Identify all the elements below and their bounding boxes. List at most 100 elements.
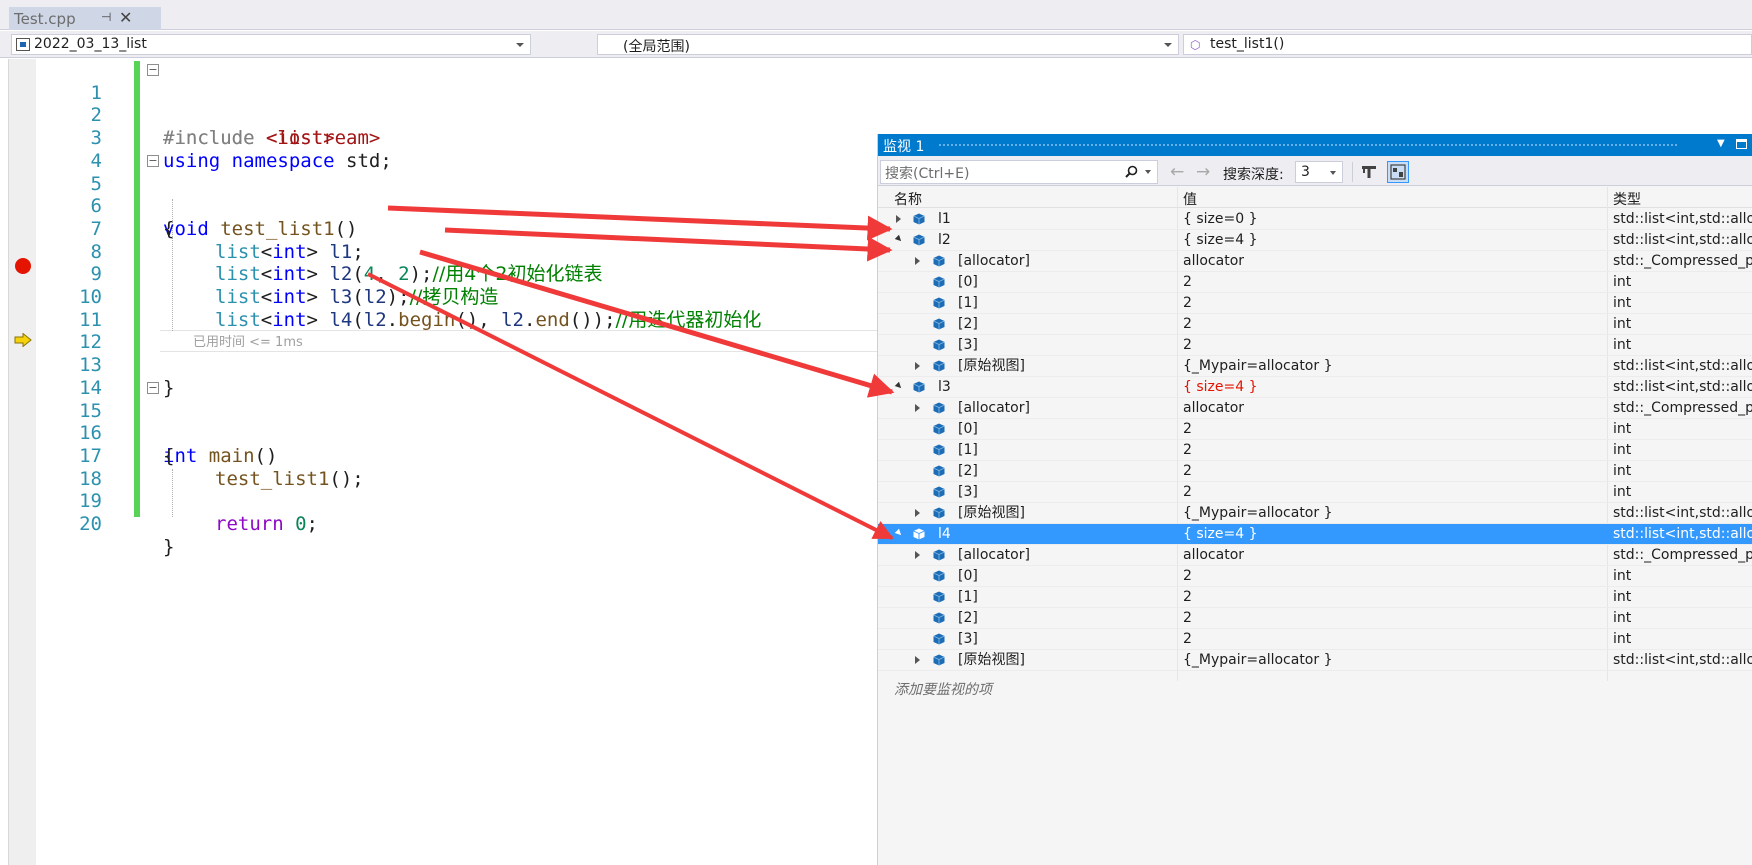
fold-toggle[interactable]: − — [147, 64, 159, 76]
code-line-17[interactable]: 17 test_list1(); — [0, 422, 880, 490]
fold-toggle[interactable]: − — [147, 381, 159, 394]
code-line-13[interactable]: 13 } 已用时间 <= 1ms — [0, 331, 880, 398]
watch-row-value[interactable]: allocator — [1183, 251, 1244, 272]
expanded-icon[interactable] — [894, 381, 904, 391]
watch-row[interactable]: [3] 2 int — [878, 335, 1752, 356]
code-line-8[interactable]: 8 list<int> l2(4, 2);//用4个2初始化链表 — [0, 218, 880, 286]
scope-dropdown[interactable]: (全局范围) — [597, 34, 1179, 55]
expand-icon[interactable] — [915, 509, 920, 517]
chevron-down-icon[interactable] — [1145, 170, 1151, 174]
watch-row-value[interactable]: { size=4 } — [1183, 230, 1258, 251]
watch-row[interactable]: [原始视图] {_Mypair=allocator } std::list<int,… — [878, 356, 1752, 377]
expanded-icon[interactable] — [894, 528, 904, 538]
watch-row-value[interactable]: 2 — [1183, 419, 1192, 440]
watch-row[interactable]: [allocator] allocator std::_Compressed_p..… — [878, 545, 1752, 566]
watch-row-value[interactable]: {_Mypair=allocator } — [1183, 503, 1332, 524]
watch-row[interactable]: [allocator] allocator std::_Compressed_p..… — [878, 251, 1752, 272]
watch-row[interactable]: [1] 2 int — [878, 440, 1752, 461]
code-line-9[interactable]: 9 list<int> l3(l2);//拷贝构造 — [0, 241, 880, 308]
watch-row-value[interactable]: 2 — [1183, 482, 1192, 503]
column-name[interactable]: 名称 — [894, 189, 922, 209]
code-line-1[interactable]: 1 − #include <iostream> — [0, 59, 880, 149]
watch-row-value[interactable]: 2 — [1183, 440, 1192, 461]
column-value[interactable]: 值 — [1183, 189, 1197, 209]
code-line-18[interactable]: 18 — [0, 445, 880, 490]
filter-icon[interactable] — [1358, 161, 1380, 183]
watch-row-value[interactable]: allocator — [1183, 545, 1244, 566]
watch-row-value[interactable]: 2 — [1183, 272, 1192, 293]
watch-row[interactable]: l2 { size=4 } std::list<int,std::allo... — [878, 230, 1752, 251]
watch-row[interactable]: [allocator] allocator std::_Compressed_p..… — [878, 398, 1752, 419]
code-line-14[interactable]: 14 — [0, 354, 880, 399]
watch-row[interactable]: [3] 2 int — [878, 482, 1752, 503]
code-line-7[interactable]: 7 list<int> l1; — [0, 195, 880, 263]
code-line-4[interactable]: 4 — [0, 127, 880, 172]
code-line-3[interactable]: 3 using namespace std; — [0, 104, 880, 172]
watch-row-value[interactable]: 2 — [1183, 629, 1192, 650]
code-line-16[interactable]: 16 { — [0, 400, 880, 467]
watch-row[interactable]: [0] 2 int — [878, 566, 1752, 587]
window-menu-icon[interactable]: ▼ — [1717, 138, 1725, 149]
code-line-6[interactable]: 6 { — [0, 173, 880, 240]
watch-row[interactable]: [原始视图] {_Mypair=allocator } std::list<int,… — [878, 650, 1752, 671]
expand-icon[interactable] — [915, 656, 920, 664]
watch-row-value[interactable]: allocator — [1183, 398, 1244, 419]
code-line-19[interactable]: 19 return 0; — [0, 468, 880, 535]
watch-row[interactable]: l1 { size=0 } std::list<int,std::allo... — [878, 209, 1752, 230]
watch-row-value[interactable]: 2 — [1183, 587, 1192, 608]
code-line-10[interactable]: 10 list<int> l4(l2.begin(), l2.end());//… — [0, 263, 880, 331]
watch-row-value[interactable]: {_Mypair=allocator } — [1183, 356, 1332, 377]
expand-icon[interactable] — [915, 362, 920, 370]
watch-row[interactable]: [1] 2 int — [878, 293, 1752, 314]
project-dropdown[interactable]: 2022_03_13_list — [11, 34, 531, 55]
watch-window[interactable]: 监视 1 ▼ 搜索(Ctrl+E) ← → 搜索深度: 3 名称 值 类型 l1… — [877, 134, 1752, 865]
forward-arrow-icon[interactable]: → — [1196, 162, 1210, 182]
code-line-15[interactable]: 15 − int main() — [0, 377, 880, 467]
watch-row-value[interactable]: 2 — [1183, 461, 1192, 482]
watch-row[interactable]: [0] 2 int — [878, 419, 1752, 440]
watch-row[interactable]: [2] 2 int — [878, 314, 1752, 335]
code-line-20[interactable]: 20 } — [0, 490, 880, 558]
watch-row[interactable]: [1] 2 int — [878, 587, 1752, 608]
watch-row[interactable]: [3] 2 int — [878, 629, 1752, 650]
code-line-2[interactable]: 2 #include <list> — [0, 82, 880, 149]
member-dropdown[interactable]: ⬡ test_list1() — [1183, 34, 1752, 55]
add-watch-item[interactable]: 添加要监视的项 — [894, 679, 992, 699]
watch-row[interactable]: [2] 2 int — [878, 461, 1752, 482]
code-line-5[interactable]: 5 − void test_list1() — [0, 150, 880, 240]
code-line-11[interactable]: 11 — [0, 286, 880, 331]
expand-icon[interactable] — [896, 215, 901, 223]
code-line-12[interactable]: 12 — [0, 309, 880, 353]
pin-icon[interactable]: ⊣ — [101, 10, 111, 24]
expanded-icon[interactable] — [894, 234, 904, 244]
perf-tip[interactable]: 已用时间 <= 1ms — [193, 332, 303, 355]
fold-toggle[interactable]: − — [147, 154, 159, 167]
watch-row-value[interactable]: { size=4 } — [1183, 377, 1258, 398]
watch-row-value[interactable]: 2 — [1183, 608, 1192, 629]
tab-test-cpp[interactable]: Test.cpp ⊣ ✕ — [9, 7, 161, 30]
watch-row-value[interactable]: { size=4 } — [1183, 524, 1258, 545]
column-type[interactable]: 类型 — [1613, 189, 1641, 209]
watch-row[interactable]: l4 { size=4 } std::list<int,std::allo... — [878, 524, 1752, 545]
back-arrow-icon[interactable]: ← — [1170, 162, 1184, 182]
watch-row[interactable]: [0] 2 int — [878, 272, 1752, 293]
watch-row-value[interactable]: { size=0 } — [1183, 209, 1258, 230]
watch-row-value[interactable]: 2 — [1183, 314, 1192, 335]
close-icon[interactable]: ✕ — [119, 8, 132, 27]
watch-row-value[interactable]: {_Mypair=allocator } — [1183, 650, 1332, 671]
maximize-icon[interactable] — [1736, 139, 1747, 149]
watch-row[interactable]: [2] 2 int — [878, 608, 1752, 629]
watch-row-value[interactable]: 2 — [1183, 293, 1192, 314]
expand-icon[interactable] — [915, 551, 920, 559]
hex-display-button[interactable] — [1387, 161, 1409, 183]
expand-icon[interactable] — [915, 257, 920, 265]
expand-icon[interactable] — [915, 404, 920, 412]
watch-row-name: [1] — [958, 442, 978, 458]
search-input[interactable]: 搜索(Ctrl+E) — [880, 160, 1158, 184]
watch-row[interactable]: l3 { size=4 } std::list<int,std::allo... — [878, 377, 1752, 398]
search-depth-select[interactable]: 3 — [1295, 161, 1343, 183]
watch-row-value[interactable]: 2 — [1183, 335, 1192, 356]
watch-title-bar[interactable]: 监视 1 ▼ — [878, 134, 1752, 156]
watch-row-value[interactable]: 2 — [1183, 566, 1192, 587]
watch-row[interactable]: [原始视图] {_Mypair=allocator } std::list<int,… — [878, 503, 1752, 524]
